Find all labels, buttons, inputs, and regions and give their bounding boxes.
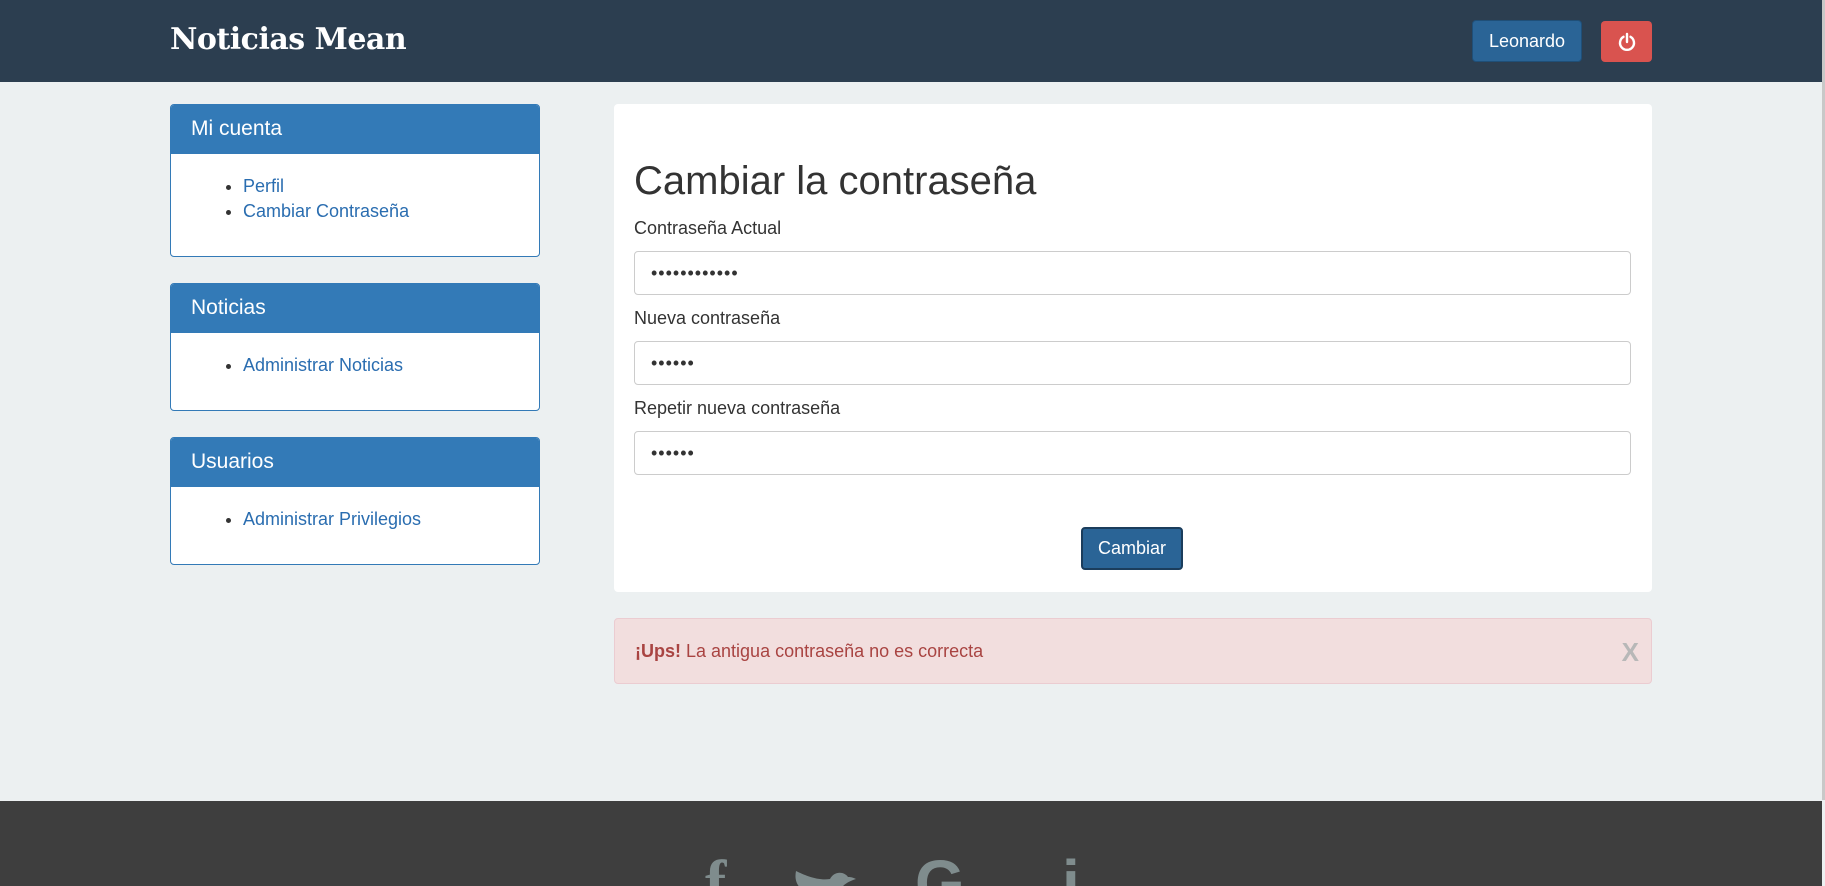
link-perfil[interactable]: Perfil [243,176,284,196]
new-password-field[interactable]: •••••• [634,341,1631,385]
alert-message: La antigua contraseña no es correcta [681,641,984,661]
footer: f G i [0,801,1822,886]
alert-close-button[interactable]: X [1622,637,1639,668]
brand-title[interactable]: Noticias Mean [170,22,407,57]
list-item: Administrar Privilegios [243,507,539,532]
logout-button[interactable] [1601,21,1652,62]
link-administrar-noticias[interactable]: Administrar Noticias [243,355,403,375]
list-item: Perfil [243,174,539,199]
top-navbar: Noticias Mean Leonardo [0,0,1822,82]
instagram-icon[interactable]: i [1062,851,1080,886]
google-icon[interactable]: G [915,851,965,886]
current-password-field[interactable]: •••••••••••• [634,251,1631,295]
list-item: Administrar Noticias [243,353,539,378]
link-cambiar-contrasena[interactable]: Cambiar Contraseña [243,201,409,221]
panel-title: Usuarios [171,438,539,487]
panel-usuarios: Usuarios Administrar Privilegios [170,437,540,565]
panel-title: Mi cuenta [171,105,539,154]
list-item: Cambiar Contraseña [243,199,539,224]
new-password-label: Nueva contraseña [634,308,781,328]
user-button[interactable]: Leonardo [1472,20,1582,62]
twitter-icon[interactable] [790,871,860,886]
cambiar-button[interactable]: Cambiar [1081,527,1183,570]
page-title: Cambiar la contraseña [634,159,1037,203]
link-administrar-privilegios[interactable]: Administrar Privilegios [243,509,421,529]
panel-mi-cuenta: Mi cuenta Perfil Cambiar Contraseña [170,104,540,257]
facebook-icon[interactable]: f [705,851,726,886]
power-icon [1618,32,1635,51]
error-alert: ¡Ups! La antigua contraseña no es correc… [614,618,1652,684]
repeat-password-field[interactable]: •••••• [634,431,1631,475]
current-password-label: Contraseña Actual [634,218,782,238]
repeat-password-label: Repetir nueva contraseña [634,398,841,418]
alert-strong: ¡Ups! [635,641,681,661]
panel-title: Noticias [171,284,539,333]
change-password-card: Cambiar la contraseña Contraseña Actual … [614,104,1652,592]
panel-noticias: Noticias Administrar Noticias [170,283,540,411]
